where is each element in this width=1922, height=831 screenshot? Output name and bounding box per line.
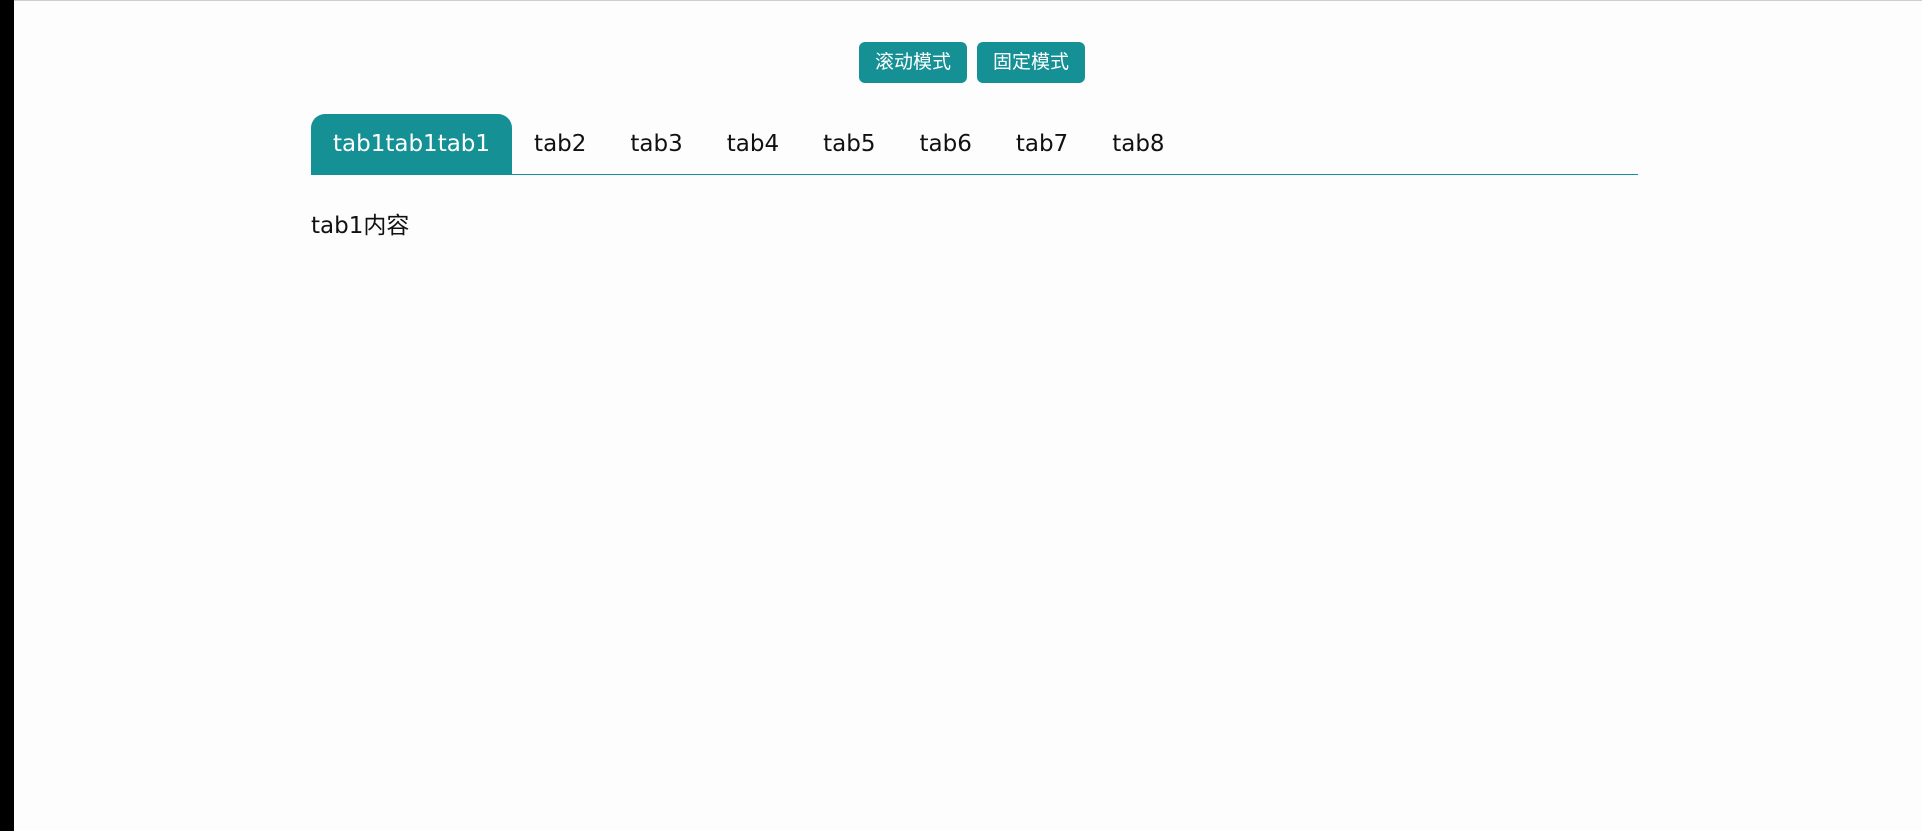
tab-2[interactable]: tab2 xyxy=(512,114,608,174)
scroll-mode-button[interactable]: 滚动模式 xyxy=(859,42,968,83)
tab-6[interactable]: tab6 xyxy=(897,114,993,174)
mode-toolbar: 滚动模式 固定模式 xyxy=(859,42,1086,83)
tab-1[interactable]: tab1tab1tab1 xyxy=(311,114,513,174)
tab-8[interactable]: tab8 xyxy=(1090,114,1186,174)
tab-content-text: tab1内容 xyxy=(311,213,410,239)
tab-bar: tab1tab1tab1 tab2 tab3 tab4 tab5 tab6 ta… xyxy=(311,114,1638,175)
tab-7[interactable]: tab7 xyxy=(994,114,1090,174)
fixed-mode-button[interactable]: 固定模式 xyxy=(977,42,1086,83)
tab-5[interactable]: tab5 xyxy=(801,114,897,174)
window-left-edge xyxy=(0,0,14,831)
tab-3[interactable]: tab3 xyxy=(608,114,704,174)
window-top-border xyxy=(14,0,1922,1)
tab-4[interactable]: tab4 xyxy=(705,114,801,174)
